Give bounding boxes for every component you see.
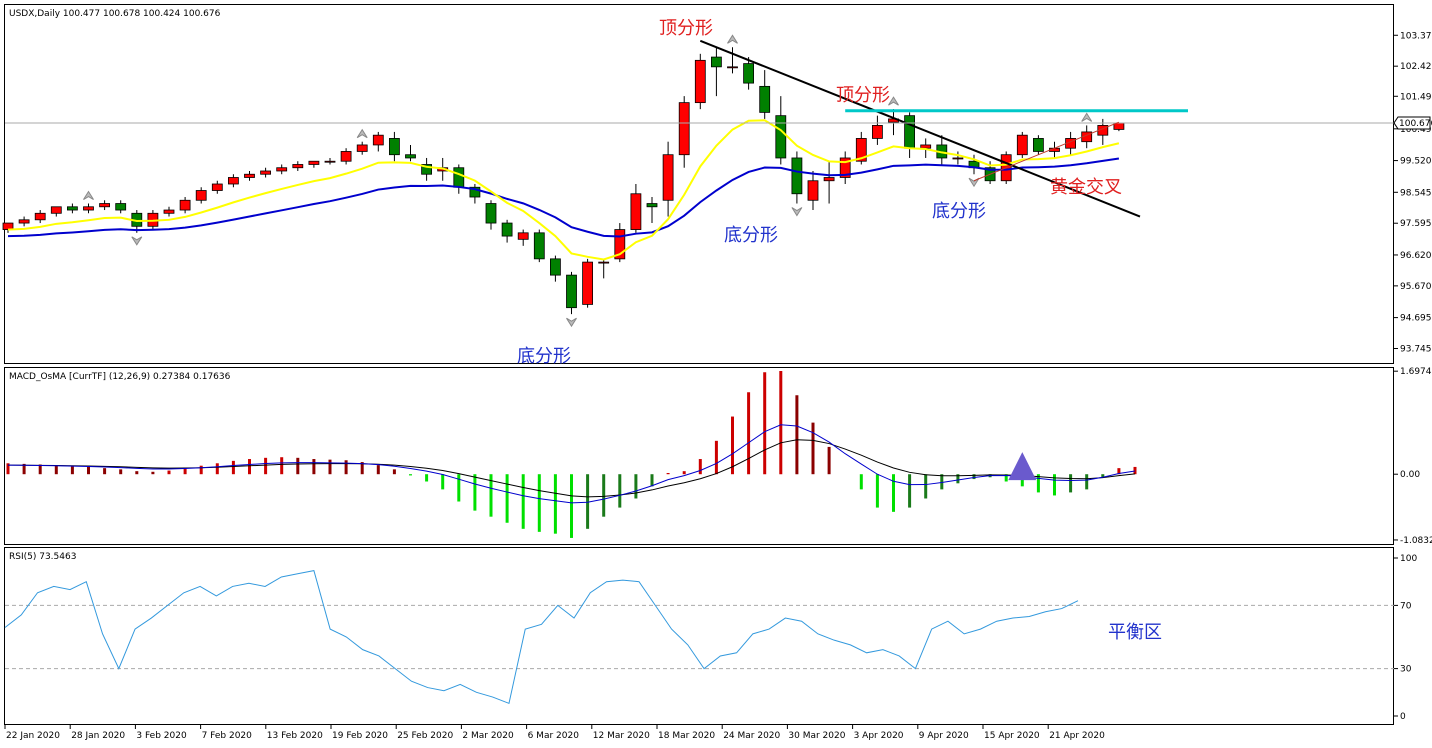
x-tick-label: 21 Apr 2020: [1049, 731, 1105, 741]
annotation-label: 底分形: [932, 201, 986, 222]
rsi-tick-label: 30: [1400, 665, 1412, 675]
candle-body: [34, 212, 46, 221]
candle-body: [662, 154, 674, 201]
candle-body: [533, 232, 545, 260]
price-tick-label: 98.545: [1400, 188, 1432, 198]
candle-body: [99, 203, 110, 208]
candle-body: [276, 167, 288, 172]
x-tick-label: 15 Apr 2020: [984, 731, 1040, 741]
annotation-label: 平衡区: [1108, 622, 1162, 643]
candle-body: [694, 59, 706, 104]
x-tick-label: 13 Feb 2020: [267, 731, 323, 741]
price-tick-label: 102.420: [1400, 62, 1432, 72]
candle-body: [83, 206, 94, 211]
price-tick-label: 94.695: [1400, 314, 1432, 324]
x-tick-label: 2 Mar 2020: [462, 731, 514, 741]
price-tick-label: 93.745: [1400, 345, 1432, 355]
candle-body: [791, 157, 803, 195]
candle-body: [598, 261, 610, 264]
rsi-tick-label: 70: [1400, 601, 1412, 611]
x-tick-label: 19 Feb 2020: [332, 731, 388, 741]
x-tick-label: 3 Apr 2020: [854, 731, 904, 741]
candle-body: [517, 232, 529, 240]
candle-body: [18, 219, 30, 224]
candle-body: [67, 206, 78, 211]
current-price-tag-text: 100.676: [1399, 119, 1432, 129]
candle-body: [324, 160, 336, 163]
rsi-tick-label: 100: [1400, 554, 1417, 564]
candle-body: [646, 203, 658, 208]
x-tick-label: 9 Apr 2020: [919, 731, 969, 741]
macd-tick-label: 0.00: [1400, 470, 1420, 480]
candle-body: [823, 177, 835, 182]
candle-body: [195, 190, 207, 201]
x-tick-label: 25 Feb 2020: [397, 731, 453, 741]
candle-body: [759, 85, 771, 113]
rsi-tick-label: 0: [1400, 712, 1406, 722]
annotation-label: 顶分形: [836, 85, 890, 106]
annotation-label: 黄金交叉: [1050, 177, 1122, 198]
candle-body: [179, 199, 191, 211]
candle-body: [244, 173, 255, 178]
x-tick-label: 18 Mar 2020: [658, 731, 715, 741]
candle-body: [872, 125, 883, 139]
macd-tick-label: -1.08328: [1400, 536, 1432, 546]
candle-body: [711, 56, 722, 68]
candle-body: [211, 183, 223, 191]
x-tick-label: 7 Feb 2020: [202, 731, 253, 741]
x-tick-label: 6 Mar 2020: [528, 731, 580, 741]
candle-body: [485, 203, 497, 224]
candle-body: [163, 209, 175, 214]
annotation-label: 顶分形: [659, 18, 713, 39]
candle-body: [260, 170, 272, 175]
candle-body: [566, 274, 577, 309]
candle-body: [356, 144, 368, 152]
price-tick-label: 103.370: [1400, 31, 1432, 41]
price-tick-label: 96.620: [1400, 251, 1432, 261]
symbol-info: USDX,Daily 100.477 100.678 100.424 100.6…: [9, 9, 221, 19]
x-tick-label: 12 Mar 2020: [593, 731, 650, 741]
price-tick-label: 95.670: [1400, 282, 1432, 292]
macd-tick-label: 1.69749: [1400, 367, 1432, 377]
candle-body: [807, 180, 819, 201]
price-tick-label: 99.520: [1400, 157, 1432, 167]
macd-info: MACD_OsMA [CurrTF] (12,26,9) 0.27384 0.1…: [9, 372, 231, 382]
candle-body: [227, 177, 239, 185]
candle-body: [372, 134, 384, 146]
candle-body: [775, 115, 787, 159]
candle-body: [743, 63, 754, 84]
candle-body: [550, 258, 561, 276]
x-tick-label: 30 Mar 2020: [788, 731, 845, 741]
candle-body: [501, 222, 513, 237]
x-tick-label: 22 Jan 2020: [6, 731, 60, 741]
x-tick-label: 3 Feb 2020: [136, 731, 187, 741]
candle-body: [292, 164, 304, 169]
candle-body: [952, 157, 964, 160]
candle-body: [453, 167, 465, 188]
candle-body: [1033, 138, 1044, 152]
candle-body: [727, 66, 738, 69]
annotation-label: 底分形: [517, 346, 571, 367]
candle-body: [340, 151, 352, 162]
price-tick-label: 101.495: [1400, 92, 1432, 102]
candle-body: [1016, 134, 1028, 156]
candle-body: [405, 154, 416, 159]
candle-body: [50, 206, 62, 214]
price-tick-label: 97.595: [1400, 219, 1432, 229]
candle-body: [308, 160, 320, 165]
chart-canvas: 103.370102.420101.495100.49599.52098.545…: [0, 0, 1432, 748]
x-tick-label: 28 Jan 2020: [71, 731, 125, 741]
x-tick-label: 24 Mar 2020: [723, 731, 780, 741]
candle-body: [582, 261, 593, 305]
candle-body: [115, 203, 127, 211]
candle-body: [630, 193, 642, 230]
candle-body: [388, 138, 400, 156]
candle-body: [904, 115, 915, 149]
rsi-info: RSI(5) 73.5463: [9, 552, 76, 562]
annotation-label: 底分形: [724, 225, 778, 246]
candle-body: [678, 102, 690, 156]
candle-body: [920, 144, 932, 149]
